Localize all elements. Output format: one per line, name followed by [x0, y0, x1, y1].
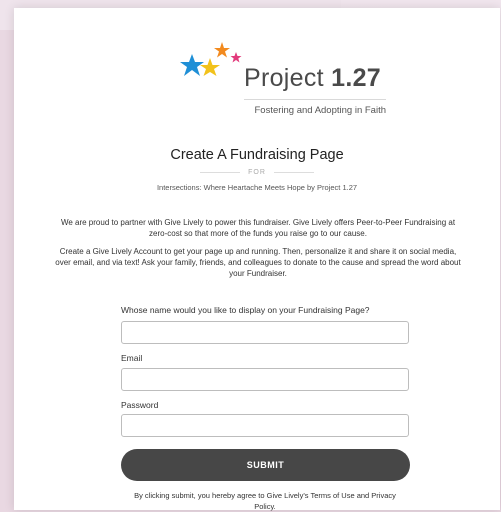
- display-name-label: Whose name would you like to display on …: [121, 305, 370, 315]
- intro-paragraph-1: We are proud to partner with Give Lively…: [60, 218, 456, 238]
- logo-divider: [244, 99, 386, 100]
- logo-tagline: Fostering and Adopting in Faith: [254, 105, 386, 116]
- password-label: Password: [121, 400, 159, 410]
- for-label: FOR: [248, 169, 266, 176]
- email-input[interactable]: [121, 368, 409, 391]
- password-input[interactable]: [121, 414, 409, 437]
- divider-line-right: [273, 171, 314, 173]
- email-label: Email: [121, 353, 143, 363]
- intro-paragraph-2: Create a Give Lively Account to get your…: [55, 247, 461, 278]
- legal-notice: By clicking submit, you hereby agree to …: [134, 491, 396, 511]
- page-title: Create A Fundraising Page: [170, 147, 344, 163]
- logo-wordmark: Project 1.27: [244, 64, 382, 92]
- display-name-input[interactable]: [121, 321, 409, 344]
- submit-button[interactable]: SUBMIT: [121, 449, 410, 481]
- project-127-logo: Project 1.27 Fostering and Adopting in F…: [174, 38, 386, 118]
- divider-line-left: [200, 171, 241, 173]
- campaign-name: Intersections: Where Heartache Meets Hop…: [156, 183, 358, 192]
- fundraising-form-card: Project 1.27 Fostering and Adopting in F…: [14, 8, 500, 511]
- stars-logo-icon: [180, 42, 242, 76]
- for-divider: FOR: [14, 169, 500, 176]
